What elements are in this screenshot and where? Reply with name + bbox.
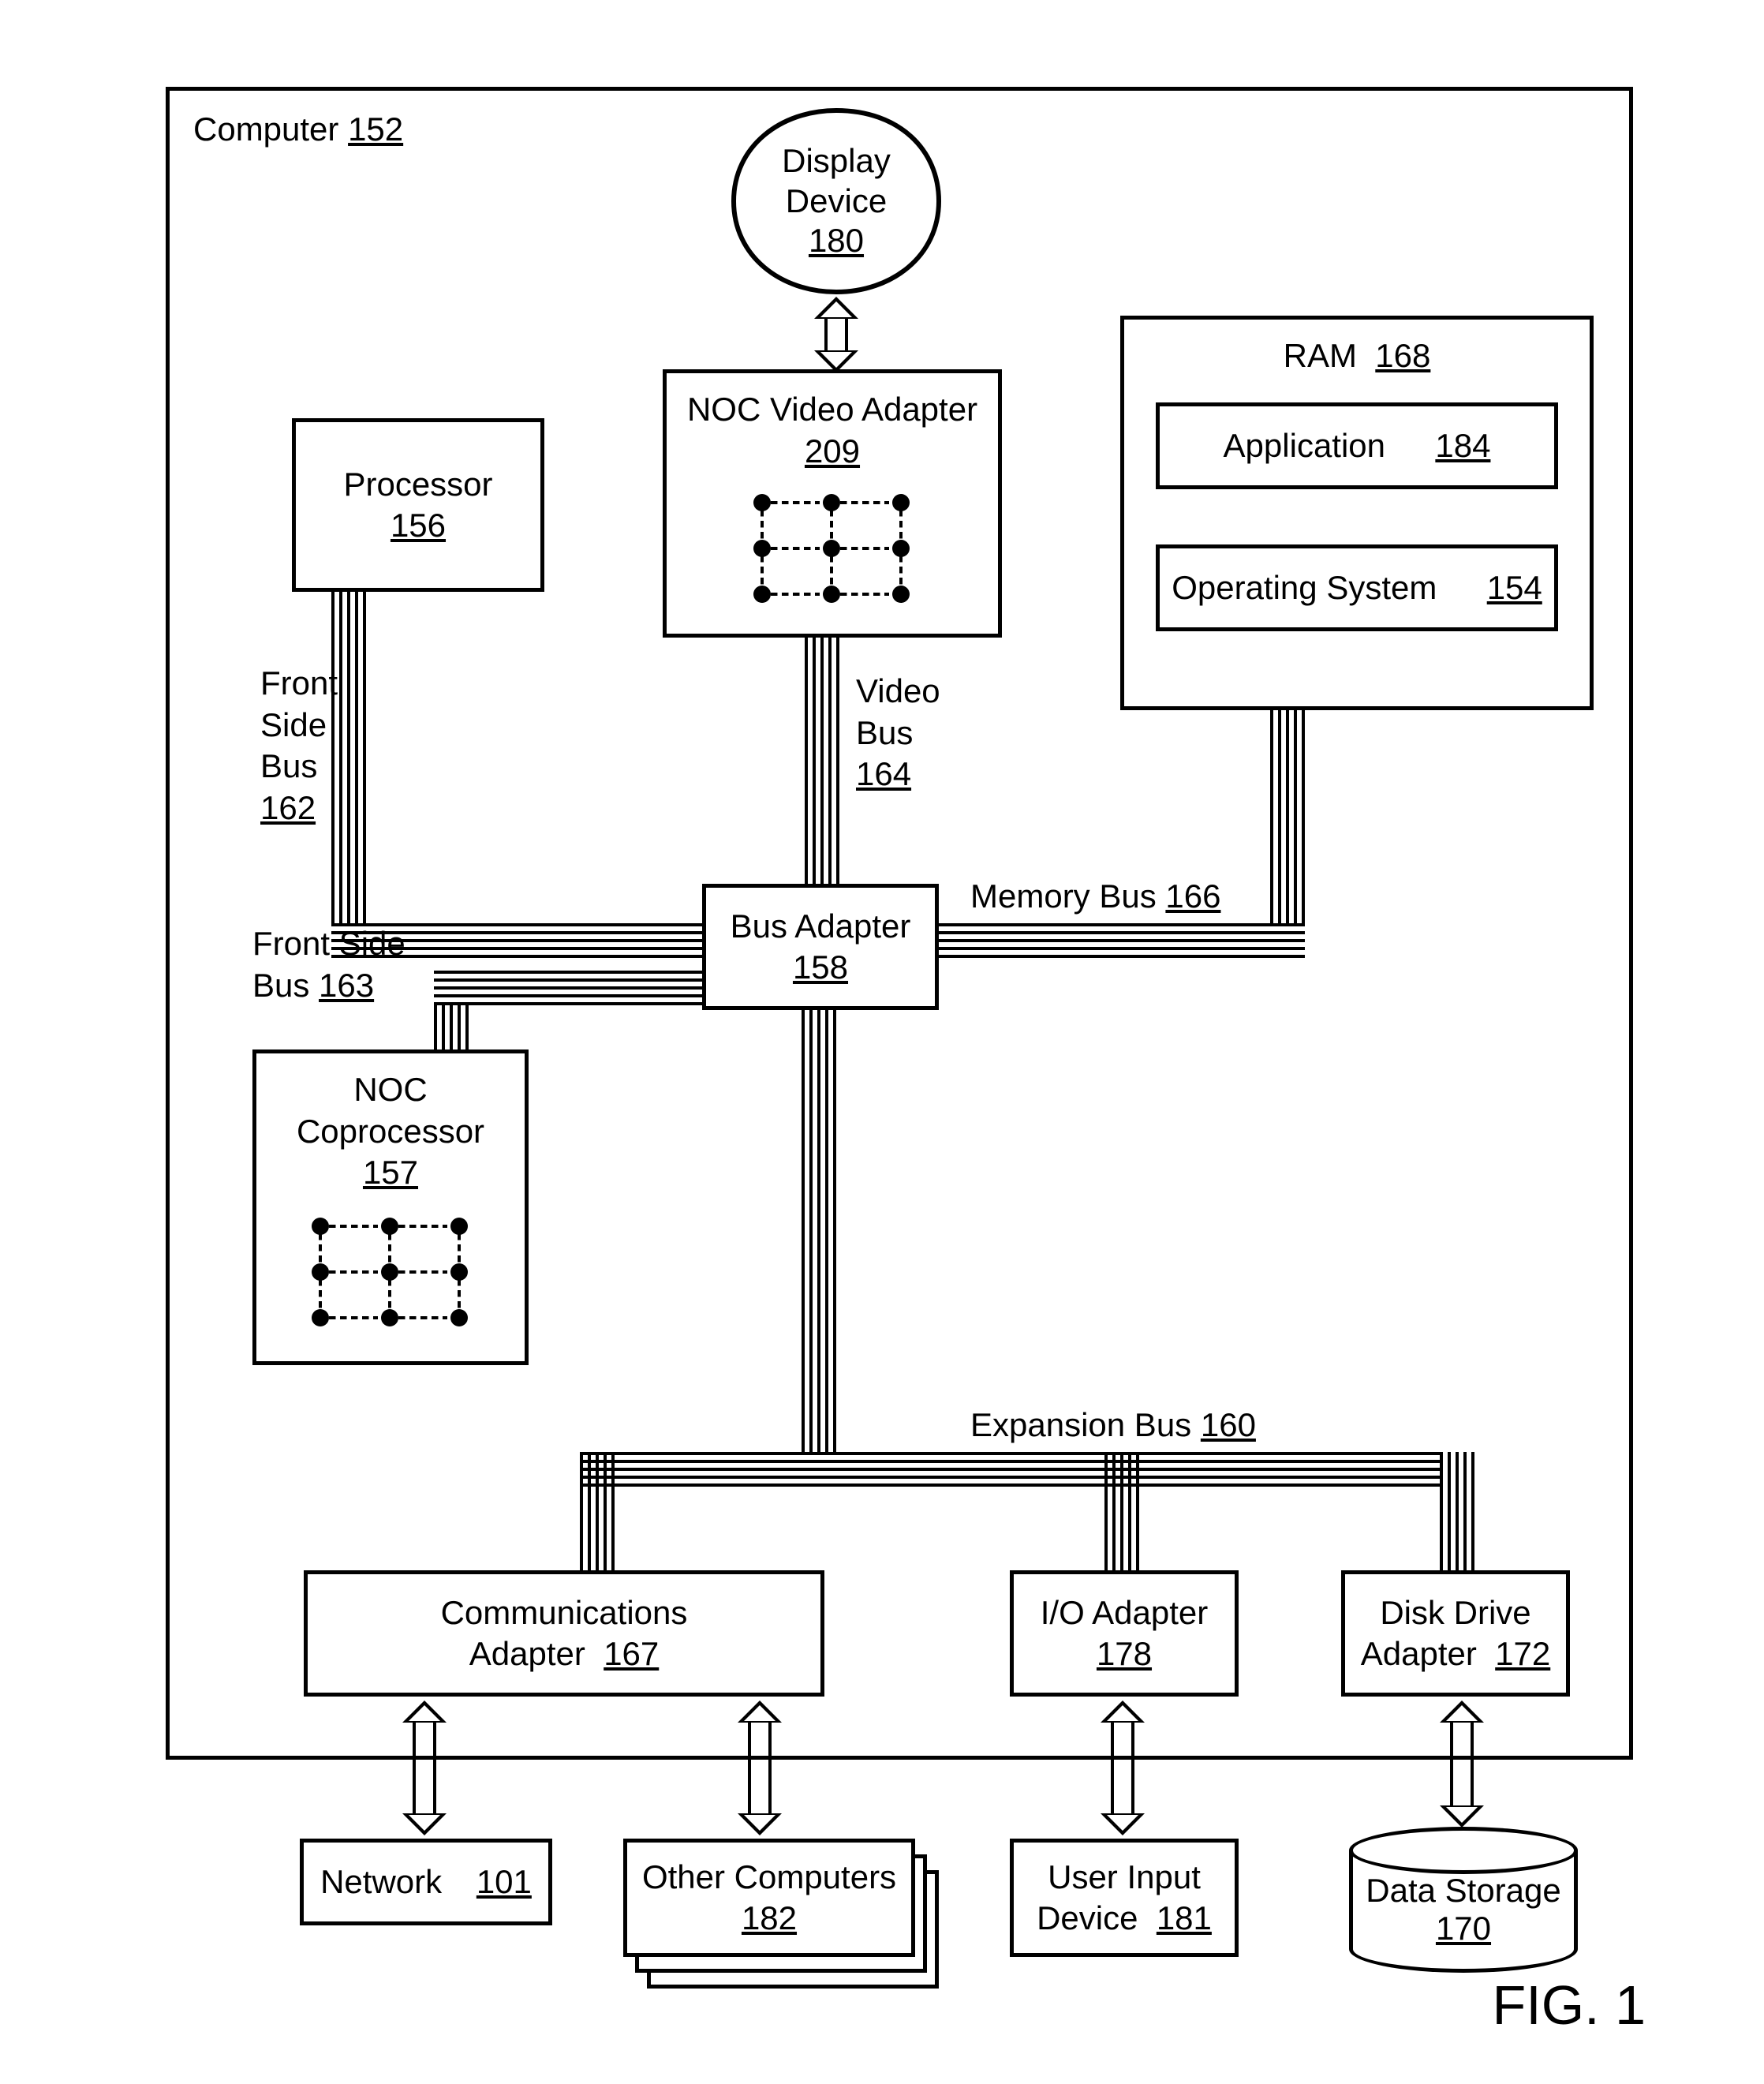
communications-adapter: Communications Adapter 167 xyxy=(304,1570,824,1697)
bus-expansion-drop-comm xyxy=(580,1452,615,1570)
arrow-io-userinput xyxy=(1101,1700,1145,1835)
bus-video-164 xyxy=(805,638,839,884)
bus-expansion-drop-disk xyxy=(1440,1452,1474,1570)
bus-expansion-drop-io xyxy=(1104,1452,1139,1570)
bus-memory-horiz xyxy=(939,923,1305,958)
bus-memory-vert xyxy=(1270,710,1305,923)
noc-grid-icon xyxy=(753,494,911,604)
figure-label: FIG. 1 xyxy=(1493,1974,1646,2037)
arrow-display-nocvideo xyxy=(814,297,858,372)
network: Network 101 xyxy=(300,1839,552,1925)
arrow-disk-storage xyxy=(1440,1700,1484,1828)
io-adapter: I/O Adapter 178 xyxy=(1010,1570,1239,1697)
disk-drive-adapter: Disk Drive Adapter 172 xyxy=(1341,1570,1570,1697)
user-input-device: User Input Device 181 xyxy=(1010,1839,1239,1957)
other-computers: Other Computers 182 xyxy=(623,1839,915,1957)
bus-adapter: Bus Adapter 158 xyxy=(702,884,939,1010)
computer-label: Computer 152 xyxy=(193,110,403,148)
noc-coprocessor: NOC Coprocessor 157 xyxy=(252,1049,529,1365)
operating-system-box: Operating System 154 xyxy=(1156,544,1558,631)
application-box: Application 184 xyxy=(1156,402,1558,489)
display-device: Display Device 180 xyxy=(726,103,947,300)
fsb-162-label: Front Side Bus 162 xyxy=(260,663,355,829)
bus-fsb-163-vert xyxy=(434,1002,469,1049)
arrow-comm-network xyxy=(402,1700,447,1835)
fsb-163-label: Front Side Bus 163 xyxy=(252,923,405,1006)
noc-video-adapter: NOC Video Adapter 209 xyxy=(663,369,1002,638)
arrow-comm-other xyxy=(738,1700,782,1835)
bus-fsb-163-horiz xyxy=(434,971,702,1005)
ram-container: RAM 168 xyxy=(1120,316,1594,710)
processor: Processor 156 xyxy=(292,418,544,592)
data-storage: Data Storage 170 xyxy=(1349,1850,1578,1973)
bus-expansion-horiz xyxy=(580,1452,1440,1487)
video-bus-label: Video Bus 164 xyxy=(856,671,966,795)
ram-title: RAM 168 xyxy=(1284,335,1431,377)
memory-bus-label: Memory Bus 166 xyxy=(970,876,1220,918)
noc-grid-icon xyxy=(312,1218,469,1328)
expansion-bus-label: Expansion Bus 160 xyxy=(970,1405,1256,1446)
bus-expansion-down xyxy=(802,1010,836,1452)
